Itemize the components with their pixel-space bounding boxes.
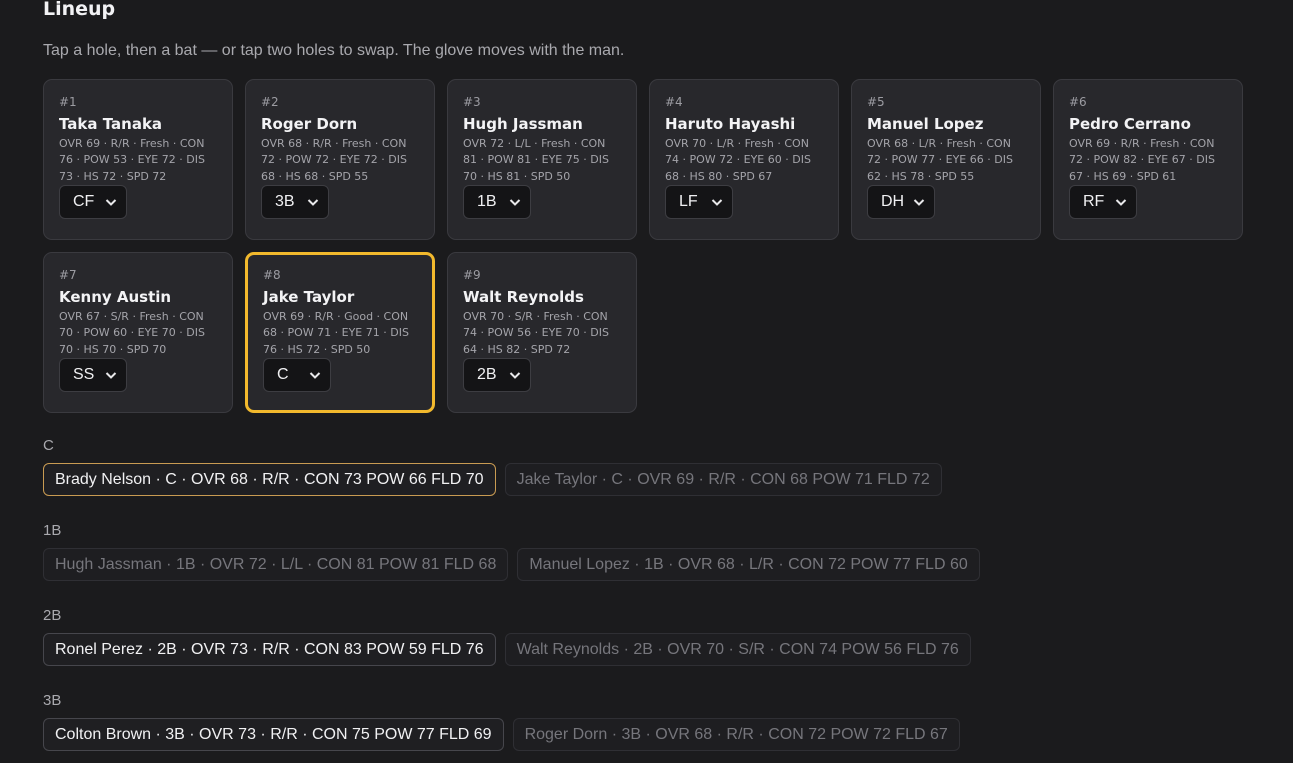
position-value: 1B [477,193,497,210]
player-name: Jake Taylor [263,288,355,306]
lineup-card[interactable]: #3 Hugh Jassman OVR 72 · L/L · Fresh · C… [447,79,637,240]
position-select[interactable]: SS [59,358,127,392]
position-select[interactable]: 3B [261,185,329,219]
batting-order-number: #7 [59,268,77,282]
batting-order-number: #6 [1069,95,1087,109]
player-stats: OVR 69 · R/R · Fresh · CON 72 · POW 82 ·… [1069,137,1215,183]
chevron-down-icon [711,199,723,206]
player-chip[interactable]: Hugh Jassman · 1B · OVR 72 · L/L · CON 8… [43,548,509,581]
player-stats: OVR 69 · R/R · Fresh · CON 76 · POW 53 ·… [59,137,205,183]
player-stats: OVR 72 · L/L · Fresh · CON 81 · POW 81 ·… [463,137,609,183]
chevron-down-icon [105,199,117,206]
chevron-down-icon [913,199,925,206]
position-select[interactable]: 2B [463,358,531,392]
player-name: Haruto Hayashi [665,115,796,133]
player-stats: OVR 70 · L/R · Fresh · CON 74 · POW 72 ·… [665,137,811,183]
group-label: 2B [43,607,62,624]
position-select[interactable]: CF [59,185,127,219]
position-select[interactable]: DH [867,185,935,219]
bench-group-2b: 2B Ronel Perez · 2B · OVR 73 · R/R · CON… [43,607,971,666]
position-value: 3B [275,193,295,210]
group-label: 1B [43,522,62,539]
lineup-page: Lineup Tap a hole, then a bat — or tap t… [0,0,1293,763]
chevron-down-icon [509,199,521,206]
player-chip[interactable]: Colton Brown · 3B · OVR 73 · R/R · CON 7… [43,718,504,751]
lineup-card[interactable]: #1 Taka Tanaka OVR 69 · R/R · Fresh · CO… [43,79,233,240]
player-chip[interactable]: Walt Reynolds · 2B · OVR 70 · S/R · CON … [504,633,971,666]
position-select[interactable]: 1B [463,185,531,219]
bench-group-c: C Brady Nelson · C · OVR 68 · R/R · CON … [43,437,942,496]
player-name: Manuel Lopez [867,115,984,133]
position-select[interactable]: LF [665,185,733,219]
position-value: CF [73,193,95,210]
position-value: LF [679,193,698,210]
player-name: Hugh Jassman [463,115,583,133]
group-label: 3B [43,692,62,709]
chevron-down-icon [307,199,319,206]
chevron-down-icon [1115,199,1127,206]
chevron-down-icon [509,372,521,379]
batting-order-number: #8 [263,268,281,282]
lineup-grid: #1 Taka Tanaka OVR 69 · R/R · Fresh · CO… [43,79,1243,413]
player-stats: OVR 70 · S/R · Fresh · CON 74 · POW 56 ·… [463,310,609,356]
lineup-card[interactable]: #5 Manuel Lopez OVR 68 · L/R · Fresh · C… [851,79,1041,240]
position-value: SS [73,366,95,383]
chip-row: Ronel Perez · 2B · OVR 73 · R/R · CON 83… [43,633,971,666]
batting-order-number: #9 [463,268,481,282]
position-value: RF [1083,193,1105,210]
position-select[interactable]: RF [1069,185,1137,219]
lineup-card[interactable]: #7 Kenny Austin OVR 67 · S/R · Fresh · C… [43,252,233,413]
player-stats: OVR 68 · L/R · Fresh · CON 72 · POW 77 ·… [867,137,1013,183]
player-chip[interactable]: Ronel Perez · 2B · OVR 73 · R/R · CON 83… [43,633,496,666]
player-chip[interactable]: Manuel Lopez · 1B · OVR 68 · L/R · CON 7… [517,548,980,581]
page-title: Lineup [43,0,116,20]
chip-row: Hugh Jassman · 1B · OVR 72 · L/L · CON 8… [43,548,980,581]
position-value: 2B [477,366,497,383]
lineup-card-selected[interactable]: #8 Jake Taylor OVR 69 · R/R · Good · CON… [245,252,435,413]
batting-order-number: #5 [867,95,885,109]
lineup-card[interactable]: #4 Haruto Hayashi OVR 70 · L/R · Fresh ·… [649,79,839,240]
bench-group-1b: 1B Hugh Jassman · 1B · OVR 72 · L/L · CO… [43,522,980,581]
player-name: Roger Dorn [261,115,358,133]
position-value: C [277,366,289,383]
page-subtitle: Tap a hole, then a bat — or tap two hole… [43,42,625,59]
batting-order-number: #3 [463,95,481,109]
player-name: Walt Reynolds [463,288,584,306]
chevron-down-icon [309,372,321,379]
batting-order-number: #4 [665,95,683,109]
group-label: C [43,437,54,454]
position-select[interactable]: C [263,358,331,392]
batting-order-number: #2 [261,95,279,109]
player-stats: OVR 67 · S/R · Fresh · CON 70 · POW 60 ·… [59,310,205,356]
player-stats: OVR 68 · R/R · Fresh · CON 72 · POW 72 ·… [261,137,407,183]
player-name: Kenny Austin [59,288,172,306]
chevron-down-icon [105,372,117,379]
batting-order-number: #1 [59,95,77,109]
position-value: DH [881,193,905,210]
player-name: Taka Tanaka [59,115,163,133]
player-name: Pedro Cerrano [1069,115,1191,133]
player-stats: OVR 69 · R/R · Good · CON 68 · POW 71 · … [263,310,409,356]
lineup-card[interactable]: #2 Roger Dorn OVR 68 · R/R · Fresh · CON… [245,79,435,240]
chip-row: Brady Nelson · C · OVR 68 · R/R · CON 73… [43,463,942,496]
player-chip[interactable]: Roger Dorn · 3B · OVR 68 · R/R · CON 72 … [512,718,960,751]
lineup-card[interactable]: #6 Pedro Cerrano OVR 69 · R/R · Fresh · … [1053,79,1243,240]
lineup-card[interactable]: #9 Walt Reynolds OVR 70 · S/R · Fresh · … [447,252,637,413]
bench-group-3b: 3B Colton Brown · 3B · OVR 73 · R/R · CO… [43,692,960,751]
chip-row: Colton Brown · 3B · OVR 73 · R/R · CON 7… [43,718,960,751]
player-chip[interactable]: Jake Taylor · C · OVR 69 · R/R · CON 68 … [504,463,942,496]
player-chip[interactable]: Brady Nelson · C · OVR 68 · R/R · CON 73… [43,463,496,496]
